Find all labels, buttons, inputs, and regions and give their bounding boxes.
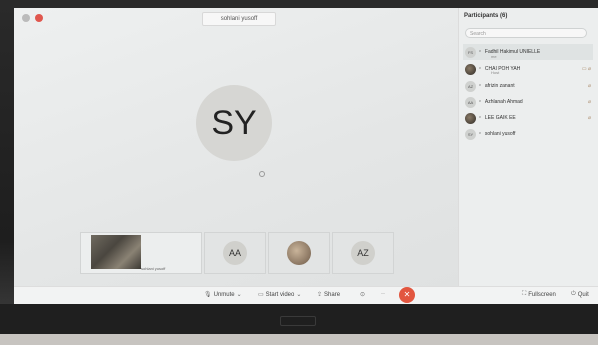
power-icon: ⏻ [571,291,576,297]
meeting-screen: sohlani yusoff SY sohlani yusoff AA AZ 🎙… [14,8,598,304]
quit-button[interactable]: ⏻ Quit [571,291,589,298]
participant-avatar: AA [465,96,476,108]
mouse-cursor [259,171,265,177]
thumbnail-participant[interactable]: AZ [332,232,394,274]
thumbnail-self[interactable]: sohlani yusoff [80,232,202,274]
more-button[interactable]: ⊙ [360,291,365,298]
thumbnail-avatar: AA [223,241,247,265]
meeting-toolbar: 🎙 Unmute ⌄ ▭ Start video ⌄ ⇪ Share ⊙ ·· … [14,286,598,304]
participants-panel: Participants (6) Search FS ᵒ Fadhil Haki… [458,8,598,286]
participants-title: Participants (6) [464,13,508,19]
mic-muted-icon: 🎙 [204,292,212,298]
close-icon: ✕ [403,290,411,299]
participant-role: Host [491,70,500,75]
video-icon: ▭ [258,292,264,298]
thumbnail-participant[interactable]: AA [204,232,266,274]
monitor-logo [280,316,316,326]
thumbnail-label: sohlani yusoff [141,266,166,271]
mic-icon: ᵒ [479,83,481,89]
participant-name: sohlani yusoff [484,131,516,137]
start-video-label: Start video [265,291,295,298]
participants-list: FS ᵒ Fadhil Hakimul UNIELLE me ᵒ CHAI PO… [463,44,593,142]
more-icon: ⊙ [360,292,366,298]
desk-surface [0,334,598,345]
start-video-button[interactable]: ▭ Start video ⌄ [258,291,301,299]
participant-name: Azhlanah Ahmad [484,99,523,105]
reactions-button[interactable]: ·· [381,291,385,297]
participant-name: afrizin zanant [484,83,515,89]
window-controls [22,14,43,22]
end-call-button[interactable]: ✕ [399,287,415,303]
participant-avatar: SY [465,128,476,140]
participant-avatar: FS [465,46,476,58]
thumbnail-strip: sohlani yusoff AA AZ [80,232,394,274]
video-off-icon: ⌀ [587,83,591,89]
fullscreen-icon: ⛶ [522,291,527,297]
participant-row[interactable]: AZ ᵒ afrizin zanant ⌀ [463,78,593,94]
participant-row[interactable]: ᵒ CHAI POH YAH Host ▭ ⌀ [463,60,593,78]
active-speaker-name: sohlani yusoff [202,12,276,26]
dots-icon: ·· [381,291,385,297]
mic-icon: ᵒ [479,131,481,137]
unmute-button[interactable]: 🎙 Unmute ⌄ [204,291,242,299]
thumbnail-avatar: AZ [351,241,375,265]
mic-icon: ᵒ [479,49,481,55]
thumbnail-participant[interactable] [268,232,330,274]
video-off-icon: ⌀ [587,115,591,121]
main-avatar: SY [196,85,272,161]
participant-row[interactable]: FS ᵒ Fadhil Hakimul UNIELLE me [463,44,593,60]
mic-icon: ᵒ [479,99,481,105]
participants-search-input[interactable]: Search [465,28,587,38]
mic-icon: ᵒ [479,66,481,72]
participant-role: me [491,54,497,59]
participant-row[interactable]: SY ᵒ sohlani yusoff [463,126,593,142]
record-icon[interactable] [35,14,43,22]
video-off-icon: ⌀ [587,99,591,105]
video-status-icon: ▭ ⌀ [581,66,591,72]
chevron-down-icon[interactable]: ⌄ [296,291,301,298]
unmute-label: Unmute [213,291,235,298]
participant-avatar [465,63,476,75]
video-stage: sohlani yusoff SY sohlani yusoff AA AZ [14,8,458,286]
fullscreen-label: Fullscreen [528,291,556,298]
chevron-down-icon[interactable]: ⌄ [237,291,242,298]
share-icon: ⇪ [317,292,323,298]
share-button[interactable]: ⇪ Share [317,291,341,299]
participant-name: LEE GAIK EE [484,115,516,121]
camera-feed [91,235,141,269]
share-label: Share [324,291,341,298]
participant-avatar [465,112,476,124]
participant-avatar: AZ [465,80,476,92]
participant-row[interactable]: ᵒ LEE GAIK EE ⌀ [463,110,593,126]
quit-label: Quit [577,291,589,298]
mic-icon: ᵒ [479,115,481,121]
thumbnail-photo [287,241,311,265]
participant-row[interactable]: AA ᵒ Azhlanah Ahmad ⌀ [463,94,593,110]
info-icon[interactable] [22,14,30,22]
fullscreen-button[interactable]: ⛶ Fullscreen [522,291,556,298]
